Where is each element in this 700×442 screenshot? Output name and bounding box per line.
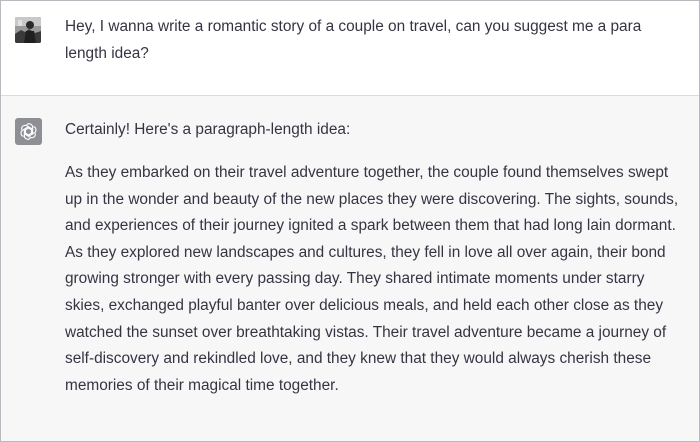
chatgpt-logo-icon — [15, 118, 42, 145]
assistant-story-paragraph: As they embarked on their travel adventu… — [65, 164, 679, 394]
chat-window: Hey, I wanna write a romantic story of a… — [0, 0, 700, 442]
assistant-intro-text: Certainly! Here's a paragraph-length ide… — [65, 121, 351, 138]
user-message: Hey, I wanna write a romantic story of a… — [1, 1, 699, 96]
assistant-message: Certainly! Here's a paragraph-length ide… — [1, 96, 699, 441]
user-photo-avatar-icon — [15, 17, 41, 43]
user-message-text: Hey, I wanna write a romantic story of a… — [65, 18, 642, 62]
